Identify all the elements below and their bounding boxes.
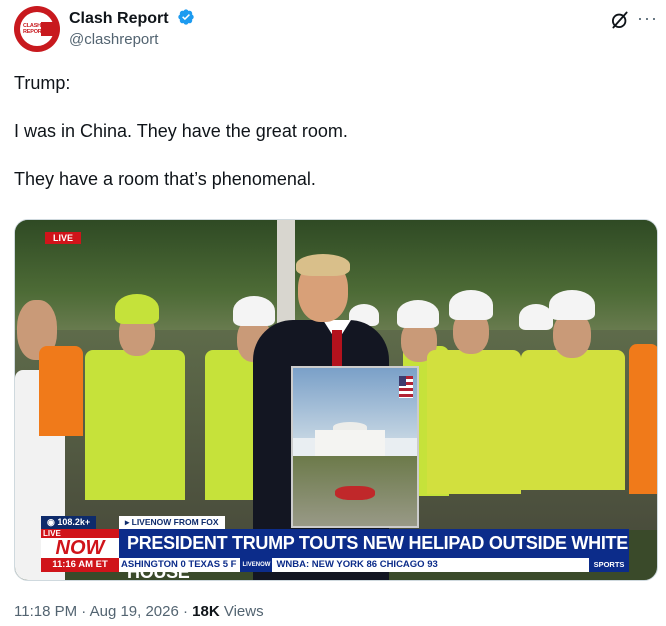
worker-vest — [629, 344, 657, 494]
source-label: ▸ LIVENOW FROM FOX — [119, 516, 225, 529]
chyron-headline: PRESIDENT TRUMP TOUTS NEW HELIPAD OUTSID… — [119, 529, 629, 580]
poster-flag-canton — [399, 376, 406, 386]
avatar-logo-text: CLASH REPORT — [23, 23, 45, 35]
live-tag: LIVE — [45, 232, 82, 244]
grok-icon[interactable] — [610, 10, 630, 30]
more-icon[interactable]: ··· — [637, 8, 658, 29]
hard-hat — [519, 304, 553, 330]
worker-vest — [521, 350, 625, 490]
post-line-1: Trump: — [14, 73, 71, 93]
worker-vest — [205, 350, 255, 500]
worker-vest — [39, 346, 83, 436]
worker-vest — [427, 350, 521, 494]
hard-hat — [233, 296, 275, 326]
handle[interactable]: @clashreport — [69, 31, 158, 48]
views-count: 18K — [192, 603, 220, 620]
video-player[interactable]: LIVE ◉ 108.2k+ ▸ LIVENOW FROM FOX LIVE N… — [14, 219, 658, 581]
viewer-count-text: 108.2k+ — [57, 517, 91, 527]
ticker-left: ASHINGTON 0 TEXAS 5 F — [121, 559, 237, 570]
helipad-poster — [291, 366, 419, 528]
poster-white-house — [315, 430, 385, 458]
chyron-time: 11:16 AM ET — [41, 558, 119, 572]
post-line-3: They have a room that’s phenomenal. — [14, 169, 316, 189]
display-name[interactable]: Clash Report — [69, 8, 195, 28]
hard-hat — [115, 294, 159, 324]
ticker-livenow-badge: LIVENOW — [240, 558, 273, 572]
poster-helicopter — [335, 486, 375, 500]
display-name-text[interactable]: Clash Report — [69, 10, 169, 27]
verified-badge-icon — [178, 9, 194, 25]
post-text: Trump: I was in China. They have the gre… — [14, 71, 654, 191]
score-ticker: ASHINGTON 0 TEXAS 5 F LIVENOW WNBA: NEW YO… — [119, 558, 589, 572]
timestamp[interactable]: 11:18 PM · Aug 19, 2026 · — [14, 603, 192, 620]
speaker-tie — [332, 330, 342, 370]
hard-hat — [549, 290, 595, 320]
viewer-count: ◉ 108.2k+ — [41, 516, 97, 529]
post-header: CLASH REPORT Clash Report @clashreport ·… — [14, 6, 658, 54]
post-meta: 11:18 PM · Aug 19, 2026 · 18K Views — [14, 603, 264, 620]
ticker-right: WNBA: NEW YORK 86 CHICAGO 93 — [276, 559, 438, 570]
hard-hat — [397, 300, 439, 328]
sports-label: SPORTS — [589, 558, 629, 572]
worker-vest — [85, 350, 185, 500]
speaker-hair — [296, 254, 350, 276]
post-line-2: I was in China. They have the great room… — [14, 121, 348, 141]
now-label: NOW — [41, 538, 119, 558]
eye-icon: ◉ — [47, 517, 55, 527]
views-label: Views — [219, 603, 264, 620]
hard-hat — [449, 290, 493, 320]
avatar[interactable]: CLASH REPORT — [14, 6, 60, 52]
